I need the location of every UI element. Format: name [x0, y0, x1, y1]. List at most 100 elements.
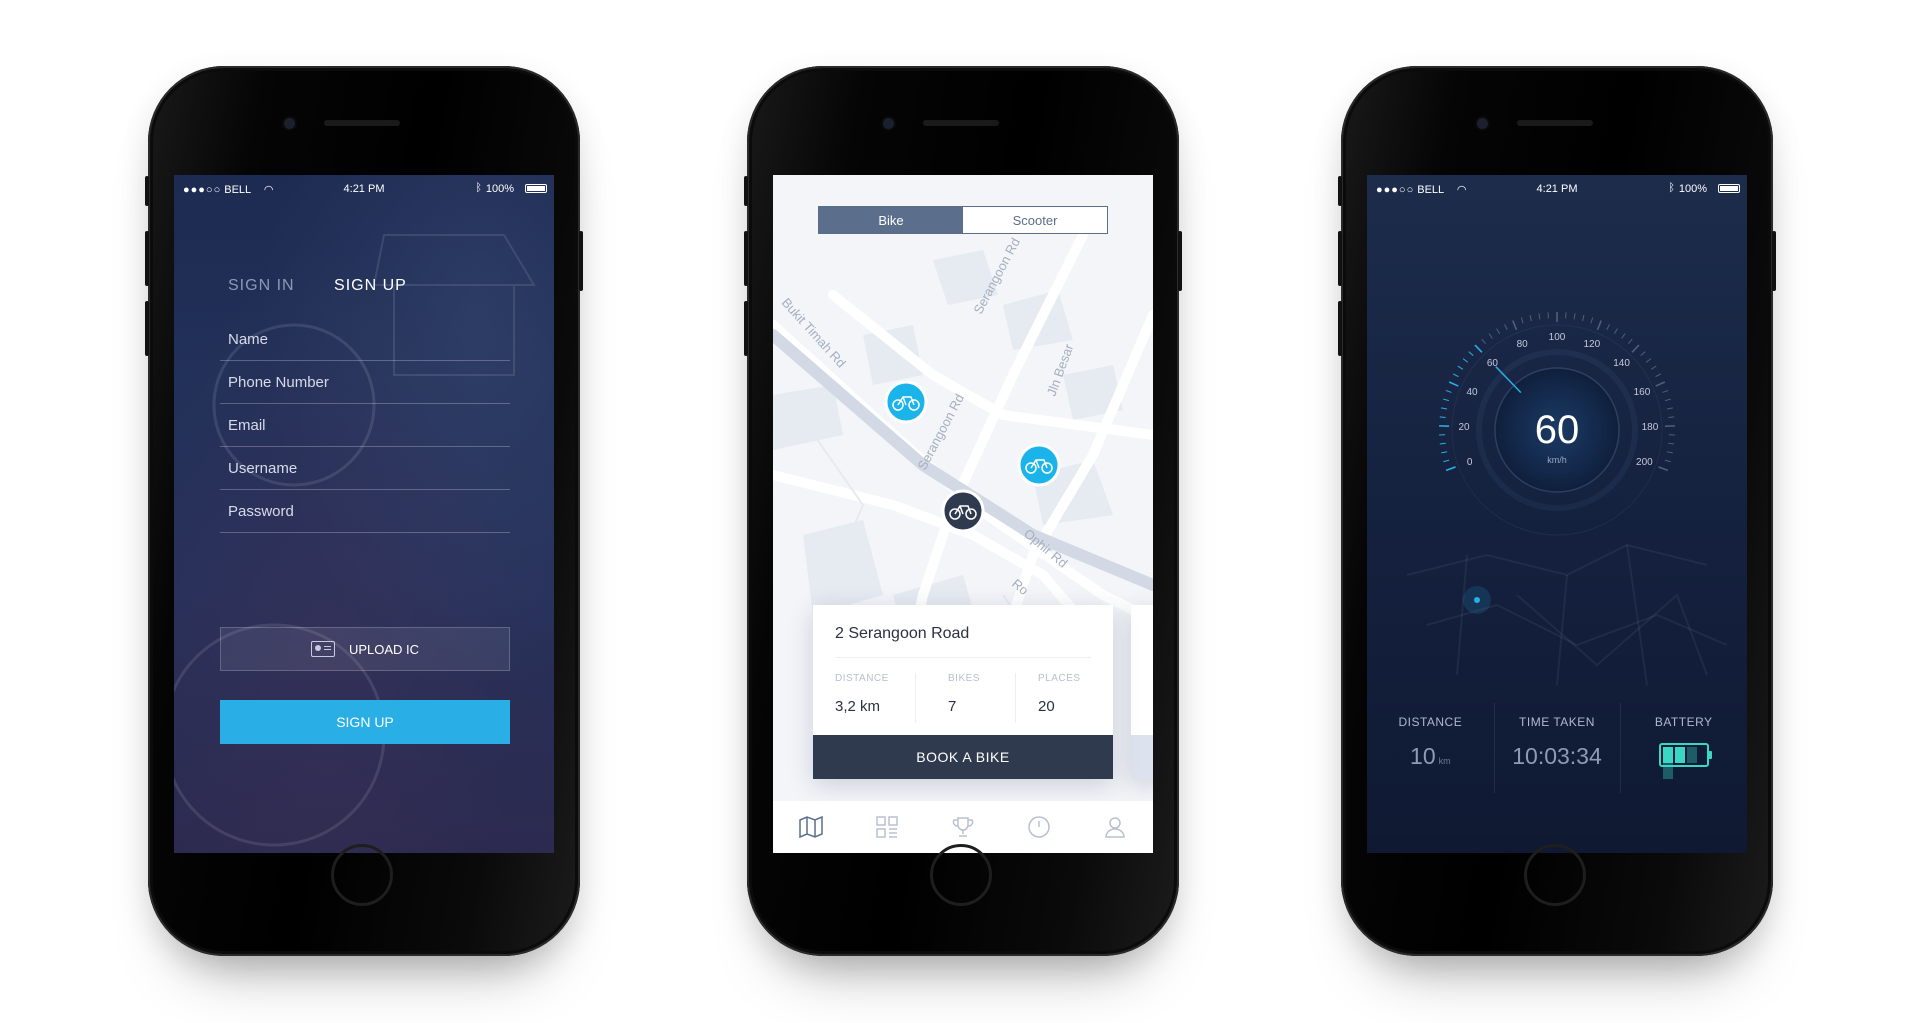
speed-value: 60	[1535, 408, 1580, 452]
auth-tabs: SIGN IN SIGN UP	[228, 277, 441, 295]
battery-cell	[1686, 747, 1697, 763]
gauge-tick	[1662, 389, 1669, 393]
phone-map: Bukit Timah Rd Serangoon Rd Serangoon Rd…	[744, 66, 1182, 956]
signup-screen: ●●●○○ BELL ◠ 4:21 PM ᛒ 100% SIGN IN SIGN …	[174, 175, 554, 853]
distance-value: 3,2 km	[835, 698, 881, 715]
gauge-tick	[1512, 320, 1518, 331]
segment-scooter[interactable]: Scooter	[963, 207, 1107, 233]
gauge-tick	[1443, 459, 1450, 463]
places-value: 20	[1038, 698, 1055, 715]
gauge-tick	[1640, 351, 1646, 357]
sign-up-button[interactable]: SIGN UP	[220, 700, 510, 744]
password-field[interactable]: Password	[220, 479, 510, 533]
station-card: 2 Serangoon Road DISTANCE 3,2 km BIKES 7…	[813, 605, 1113, 779]
gauge-tick	[1628, 338, 1633, 345]
gauge-tick	[1496, 328, 1501, 335]
bikes-value: 7	[948, 698, 957, 715]
battery-cell	[1674, 747, 1685, 763]
places-label: PLACES	[1038, 673, 1081, 684]
battery-icon	[1718, 184, 1740, 193]
distance-label: DISTANCE	[835, 673, 889, 684]
gauge-tick	[1655, 373, 1662, 378]
history-icon[interactable]	[1026, 814, 1052, 840]
tab-sign-up[interactable]: SIGN UP	[334, 277, 407, 294]
gauge-tick	[1445, 389, 1452, 393]
gauge-tick	[1590, 317, 1594, 324]
gauge-scale-label: 20	[1458, 422, 1470, 433]
distance-value: 10	[1410, 743, 1436, 769]
battery-icon	[525, 184, 547, 193]
places-stat: PLACES 20	[1038, 673, 1138, 715]
front-camera	[1477, 118, 1488, 129]
distance-unit: km	[1438, 756, 1451, 766]
home-button[interactable]	[331, 844, 393, 906]
gauge-scale-label: 160	[1634, 387, 1651, 398]
mute-switch	[145, 176, 149, 206]
gauge-tick	[1457, 365, 1464, 370]
time-taken-value: 10:03:34	[1512, 743, 1602, 769]
bikes-stat: BIKES 7	[948, 673, 1048, 715]
bike-station-marker[interactable]	[1017, 443, 1061, 487]
ride-stats: DISTANCE 10 km TIME TAKEN 10:03:34 BATTER…	[1367, 703, 1747, 805]
volume-up-button	[1338, 231, 1342, 286]
gauge-tick	[1520, 317, 1524, 324]
current-location-dot	[1474, 597, 1480, 603]
gauge-tick	[1439, 442, 1446, 445]
time-taken-label: TIME TAKEN	[1519, 715, 1595, 729]
gauge-tick	[1468, 351, 1474, 357]
gauge-tick	[1613, 328, 1618, 335]
email-field-label: Email	[228, 417, 266, 434]
profile-icon[interactable]	[1102, 814, 1128, 840]
home-button[interactable]	[930, 844, 992, 906]
home-button[interactable]	[1524, 844, 1586, 906]
volume-up-button	[145, 231, 149, 286]
gauge-tick	[1442, 398, 1450, 402]
gauge-scale-label: 40	[1466, 387, 1478, 398]
gauge-scale-label: 180	[1642, 422, 1659, 433]
mute-switch	[744, 176, 748, 206]
phone-speedometer: ●●●○○ BELL ◠ 4:21 PM ᛒ 100% 0 20 40 60 80 100 1…	[1338, 66, 1776, 956]
distance-stat: DISTANCE 3,2 km	[835, 673, 935, 715]
distance-label: DISTANCE	[1398, 715, 1463, 729]
battery-label: BATTERY	[1654, 715, 1713, 729]
station-address: 2 Serangoon Road	[835, 625, 970, 642]
volume-down-button	[145, 301, 149, 356]
earpiece	[923, 120, 999, 126]
gauge-tick	[1666, 451, 1673, 454]
book-bike-button[interactable]: BOOK A BIKE	[813, 735, 1113, 779]
speed-unit: km/h	[1547, 455, 1567, 465]
battery-cell	[1662, 763, 1673, 779]
gauge-scale-label: 80	[1517, 339, 1529, 350]
map-icon[interactable]	[798, 814, 824, 840]
gauge-tick	[1481, 338, 1486, 345]
tab-sign-in[interactable]: SIGN IN	[228, 277, 295, 294]
gauge-tick	[1655, 381, 1666, 387]
bike-station-marker[interactable]	[884, 380, 928, 424]
phone-number-field-label: Phone Number	[228, 374, 329, 391]
gauge-tick	[1504, 324, 1508, 330]
earpiece	[1517, 120, 1593, 126]
gauge-tick	[1606, 324, 1610, 330]
trophy-icon[interactable]	[950, 814, 976, 840]
segment-bike[interactable]: Bike	[819, 207, 963, 233]
grid-icon[interactable]	[874, 814, 900, 840]
gauge-tick	[1664, 459, 1671, 463]
gauge-tick	[1448, 381, 1459, 387]
time-taken-stat: TIME TAKEN 10:03:34	[1493, 703, 1621, 805]
phone-signup: ●●●○○ BELL ◠ 4:21 PM ᛒ 100% SIGN IN SIGN …	[145, 66, 583, 956]
power-button	[579, 231, 583, 291]
speedometer-screen: ●●●○○ BELL ◠ 4:21 PM ᛒ 100% 0 20 40 60 80 100 1…	[1367, 175, 1747, 853]
bike-station-marker-selected[interactable]	[941, 489, 985, 533]
distance-stat: DISTANCE 10 km	[1367, 715, 1494, 805]
upload-ic-button[interactable]: UPLOAD IC	[220, 627, 510, 671]
gauge-tick	[1664, 398, 1672, 402]
gauge-tick	[1645, 358, 1652, 363]
gauge-tick	[1445, 466, 1456, 472]
name-field-label: Name	[228, 331, 269, 348]
map-screen: Bukit Timah Rd Serangoon Rd Serangoon Rd…	[773, 175, 1153, 853]
gauge-tick	[1439, 416, 1446, 419]
gauge-tick	[1440, 407, 1448, 410]
gauge-tick	[1650, 365, 1657, 370]
gauge-tick	[1573, 313, 1576, 320]
id-card-icon	[310, 641, 335, 657]
